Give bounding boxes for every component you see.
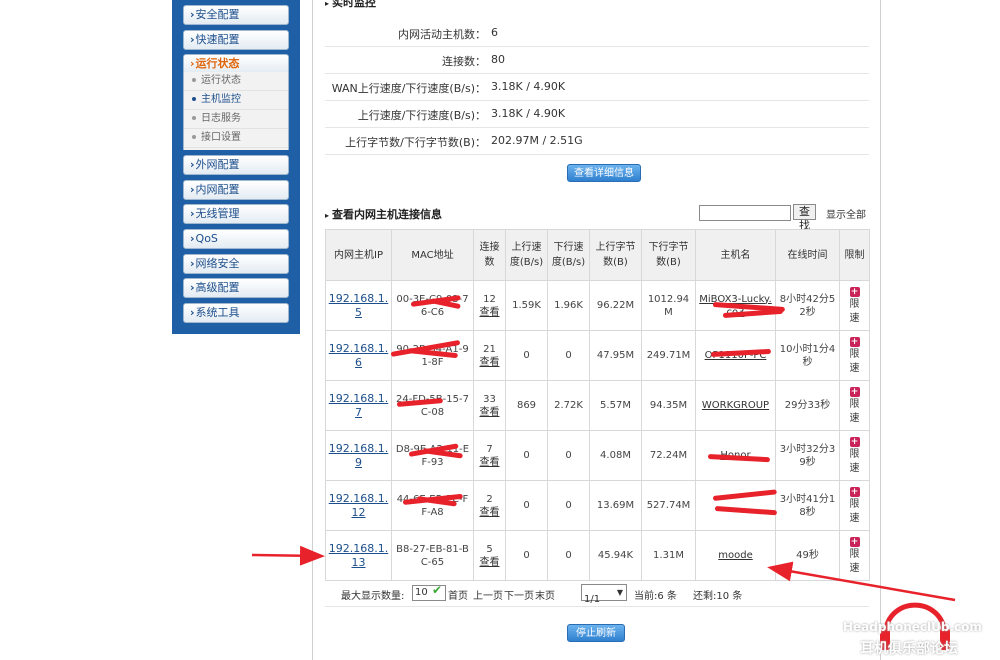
arrow-to-ip (251, 545, 325, 566)
annotation-overlay (251, 545, 956, 602)
watermark-text: HeadphoneclUb.com (843, 620, 982, 634)
watermark-subtitle: 耳机俱乐部论坛 (860, 641, 958, 657)
